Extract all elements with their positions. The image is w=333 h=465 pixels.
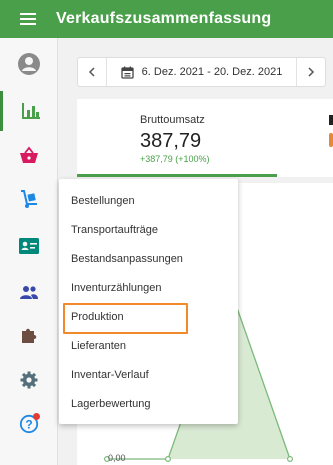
top-app-bar: Verkaufszusammenfassung (0, 0, 333, 38)
bar-chart-icon (21, 103, 40, 119)
menu-item-inventurzaehlungen[interactable]: Inventurzählungen (59, 273, 238, 302)
sidebar-item-settings[interactable] (0, 360, 58, 400)
kpi-label: Bruttoumsatz (140, 114, 205, 126)
sidebar: ? (0, 38, 58, 465)
page-title: Verkaufszusammenfassung (56, 10, 272, 27)
kpi-change: +387,79 (+100%) (140, 154, 210, 164)
menu-item-bestellungen[interactable]: Bestellungen (59, 186, 238, 215)
next-kpi-tab-edge[interactable] (329, 115, 333, 125)
sidebar-item-reports[interactable] (0, 91, 58, 131)
hamburger-menu-button[interactable] (0, 0, 56, 38)
next-kpi-tab-edge-value (329, 133, 333, 147)
chevron-right-icon (308, 67, 315, 77)
menu-item-transportauftraege[interactable]: Transportaufträge (59, 215, 238, 244)
kpi-value: 387,79 (140, 130, 202, 152)
kpi-card: Bruttoumsatz 387,79 +387,79 (+100%) (77, 99, 333, 177)
chevron-left-icon (88, 67, 95, 77)
menu-item-lieferanten[interactable]: Lieferanten (59, 331, 238, 360)
chart-point-3 (287, 456, 294, 463)
svg-text:?: ? (25, 418, 32, 432)
sidebar-item-profile[interactable] (0, 44, 58, 84)
kpi-tab-gross-sales[interactable]: Bruttoumsatz 387,79 +387,79 (+100%) (77, 99, 277, 177)
menu-item-bestandsanpassungen[interactable]: Bestandsanpassungen (59, 244, 238, 273)
menu-item-produktion[interactable]: Produktion (59, 302, 238, 334)
people-icon (20, 286, 38, 299)
sidebar-item-sales[interactable] (0, 135, 58, 175)
previous-period-button[interactable] (78, 58, 106, 86)
avatar-icon (18, 53, 40, 75)
notification-badge (33, 413, 40, 420)
id-card-icon (19, 238, 39, 254)
menu-item-lagerbewertung[interactable]: Lagerbewertung (59, 389, 238, 418)
inventory-dropdown-menu: Bestellungen Transportaufträge Bestandsa… (59, 179, 238, 424)
gear-icon (20, 371, 38, 389)
sidebar-item-addons[interactable] (0, 316, 58, 356)
calendar-icon (121, 66, 134, 79)
date-range-button[interactable]: 6. Dez. 2021 - 20. Dez. 2021 (106, 58, 297, 86)
hamburger-menu-icon (20, 13, 36, 25)
date-range-selector: 6. Dez. 2021 - 20. Dez. 2021 (77, 57, 326, 87)
basket-icon (20, 146, 38, 163)
sidebar-item-customers-card[interactable] (0, 226, 58, 266)
y-axis-tick-label: 0,00 (108, 453, 126, 463)
sidebar-item-inventory[interactable] (0, 179, 58, 219)
chart-point-1 (164, 456, 171, 463)
next-period-button[interactable] (297, 58, 325, 86)
puzzle-icon (22, 328, 37, 343)
hand-truck-icon (21, 190, 37, 208)
date-range-label: 6. Dez. 2021 - 20. Dez. 2021 (141, 66, 283, 78)
sidebar-item-people[interactable] (0, 272, 58, 312)
sidebar-item-help[interactable]: ? (0, 404, 58, 444)
menu-item-inventar-verlauf[interactable]: Inventar-Verlauf (59, 360, 238, 389)
